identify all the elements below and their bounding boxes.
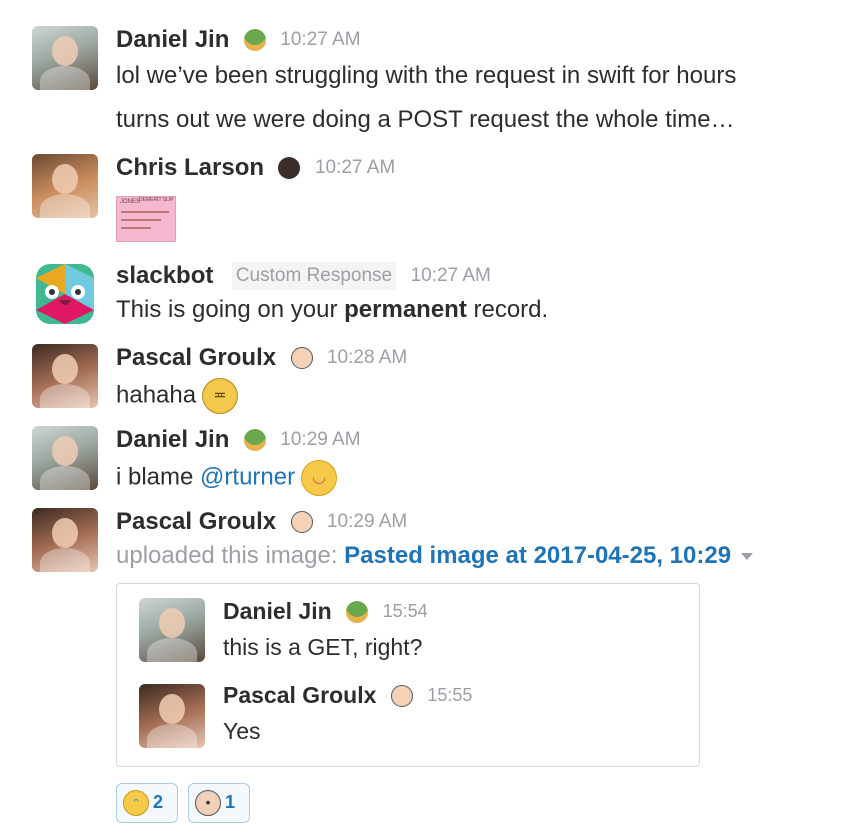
message-text: hahaha ≖ bbox=[116, 378, 239, 414]
salad-icon bbox=[346, 600, 369, 623]
avatar[interactable] bbox=[32, 426, 98, 490]
message-text: This is going on your permanent record. bbox=[116, 296, 548, 324]
text-segment: i blame bbox=[116, 463, 201, 491]
text-bold: permanent bbox=[344, 296, 467, 323]
author-name: Daniel Jin bbox=[223, 598, 332, 624]
thumbnail-text: DEMERIT SLIP bbox=[139, 197, 174, 203]
timestamp: 15:55 bbox=[427, 685, 473, 705]
avatar[interactable] bbox=[32, 508, 98, 572]
custom-response-tag: Custom Response bbox=[231, 262, 397, 290]
chevron-down-icon[interactable] bbox=[741, 553, 754, 561]
salad-icon bbox=[243, 429, 266, 451]
uploaded-file-link[interactable]: Pasted image at 2017-04-25, 10:29 bbox=[344, 542, 731, 569]
image-thumbnail[interactable]: JONES DEMERIT SLIP bbox=[116, 196, 176, 242]
text-segment: This is going on your bbox=[116, 296, 345, 323]
pasted-image-card[interactable]: Daniel Jin 15:54 this is a GET, right? P… bbox=[116, 583, 700, 767]
author-name[interactable]: Daniel Jin bbox=[116, 26, 229, 53]
person-emoji-icon: • bbox=[195, 790, 221, 816]
timestamp[interactable]: 10:29 AM bbox=[280, 429, 360, 450]
message-text: this is a GET, right? bbox=[223, 634, 423, 660]
thumbnail-text: JONES bbox=[120, 199, 141, 205]
bearded-face-icon bbox=[290, 511, 313, 533]
text-segment: hahaha bbox=[116, 381, 197, 409]
avatar[interactable] bbox=[32, 26, 98, 90]
upload-line: uploaded this image: Pasted image at 201… bbox=[116, 542, 754, 570]
timestamp[interactable]: 10:29 AM bbox=[327, 511, 407, 532]
slackbot-avatar[interactable] bbox=[32, 262, 98, 326]
message-text: Yes bbox=[223, 718, 261, 744]
bearded-face-icon bbox=[390, 684, 413, 707]
avatar[interactable] bbox=[32, 154, 98, 218]
message-pane: Daniel Jin 10:27 AM lol we’ve been strug… bbox=[0, 0, 844, 840]
message-text: lol we’ve been struggling with the reque… bbox=[116, 62, 737, 89]
reaction-joy[interactable]: ᵔ 2 bbox=[116, 783, 178, 823]
tongue-out-emoji-icon: ◡ bbox=[301, 460, 338, 496]
reaction-person[interactable]: • 1 bbox=[188, 783, 250, 823]
dark-face-icon bbox=[278, 157, 301, 179]
reaction-count: 2 bbox=[153, 792, 164, 812]
joy-emoji-icon: ᵔ bbox=[123, 790, 149, 816]
slackbot-icon bbox=[36, 264, 94, 324]
timestamp[interactable]: 10:27 AM bbox=[280, 29, 360, 50]
timestamp[interactable]: 10:27 AM bbox=[315, 157, 395, 178]
author-name[interactable]: Pascal Groulx bbox=[116, 344, 276, 371]
avatar bbox=[139, 684, 205, 748]
user-mention-link[interactable]: @rturner bbox=[200, 463, 295, 490]
timestamp: 15:54 bbox=[382, 601, 428, 621]
author-name: Pascal Groulx bbox=[223, 682, 377, 708]
avatar[interactable] bbox=[32, 344, 98, 408]
reaction-count: 1 bbox=[225, 792, 236, 812]
smirk-emoji-icon: ≖ bbox=[202, 378, 239, 414]
text-segment: record. bbox=[466, 296, 549, 323]
bearded-face-icon bbox=[290, 347, 313, 369]
message-text: turns out we were doing a POST request t… bbox=[116, 106, 735, 133]
author-name[interactable]: Daniel Jin bbox=[116, 426, 229, 453]
message-text: i blame @rturner ◡ bbox=[116, 460, 338, 496]
avatar bbox=[139, 598, 205, 662]
author-name[interactable]: Pascal Groulx bbox=[116, 508, 276, 535]
author-name[interactable]: slackbot bbox=[116, 262, 213, 289]
timestamp[interactable]: 10:28 AM bbox=[327, 347, 407, 368]
salad-icon bbox=[243, 29, 266, 51]
author-name[interactable]: Chris Larson bbox=[116, 154, 264, 181]
timestamp[interactable]: 10:27 AM bbox=[411, 265, 491, 286]
upload-label: uploaded this image: bbox=[116, 542, 345, 569]
